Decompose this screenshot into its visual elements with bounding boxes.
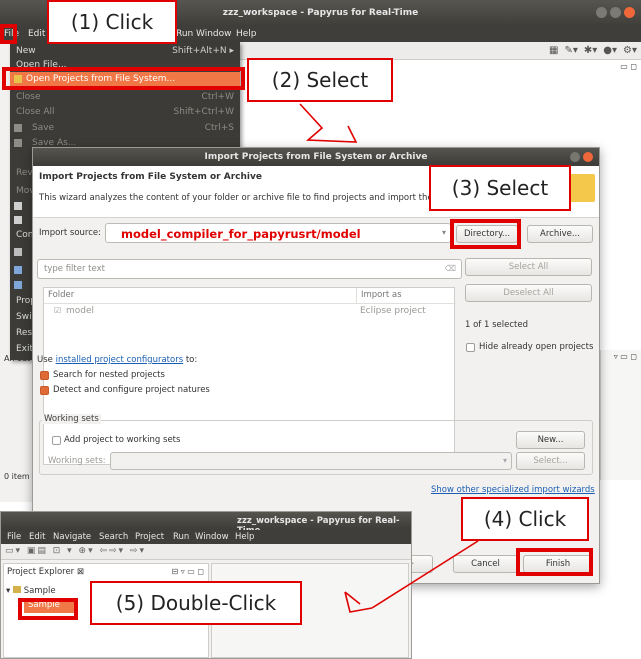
annotation-arrows xyxy=(299,103,479,613)
arrow-step2 xyxy=(299,103,358,143)
arrow-step4 xyxy=(344,540,479,613)
